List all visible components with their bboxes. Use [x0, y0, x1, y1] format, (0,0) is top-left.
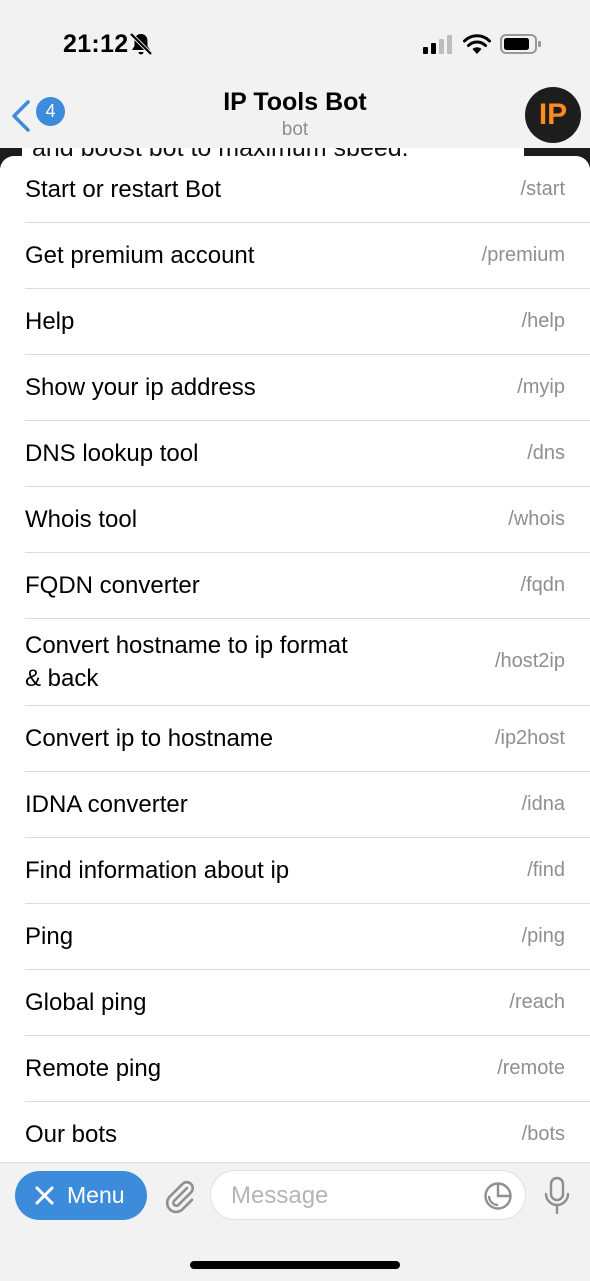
- command-item[interactable]: Find information about ip /find: [0, 837, 590, 903]
- home-indicator: [190, 1261, 400, 1269]
- command-description: Remote ping: [25, 1054, 162, 1082]
- command-description: Start or restart Bot: [25, 175, 222, 203]
- command-item[interactable]: DNS lookup tool /dns: [0, 420, 590, 486]
- command-item[interactable]: Whois tool /whois: [0, 486, 590, 552]
- command-name: /start: [520, 177, 565, 200]
- command-item[interactable]: Show your ip address /myip: [0, 354, 590, 420]
- command-description: Show your ip address: [25, 373, 256, 401]
- command-name: /reach: [509, 990, 565, 1013]
- command-description: DNS lookup tool: [25, 439, 199, 467]
- paperclip-icon[interactable]: [163, 1178, 195, 1214]
- close-icon: [35, 1186, 54, 1205]
- chat-header: 4 IP Tools Bot bot IP: [0, 87, 590, 150]
- status-time: 21:12: [63, 30, 129, 58]
- command-item[interactable]: Help /help: [0, 288, 590, 354]
- message-input[interactable]: Message: [210, 1170, 526, 1220]
- command-item[interactable]: Convert ip to hostname /ip2host: [0, 705, 590, 771]
- chat-title: IP Tools Bot: [223, 88, 367, 116]
- command-name: /help: [521, 309, 565, 332]
- menu-label: Menu: [67, 1182, 125, 1208]
- command-name: /ping: [521, 924, 565, 947]
- command-name: /bots: [521, 1122, 565, 1145]
- command-name: /ip2host: [494, 726, 565, 749]
- menu-button[interactable]: Menu: [15, 1171, 147, 1220]
- command-item[interactable]: IDNA converter /idna: [0, 771, 590, 837]
- command-name: /fqdn: [520, 573, 565, 596]
- command-name: /host2ip: [494, 650, 565, 672]
- command-item[interactable]: Ping /ping: [0, 903, 590, 969]
- microphone-icon[interactable]: [543, 1176, 571, 1216]
- command-description: Ping: [25, 922, 74, 950]
- command-name: /find: [527, 858, 565, 881]
- command-name: /whois: [508, 507, 565, 530]
- command-description: Find information about ip: [25, 856, 290, 884]
- bot-avatar[interactable]: IP: [525, 87, 581, 143]
- command-description: Convert ip to hostname: [25, 724, 274, 752]
- status-bar: 21:12: [0, 0, 590, 88]
- command-item[interactable]: Start or restart Bot /start: [0, 156, 590, 222]
- command-name: /dns: [527, 441, 565, 464]
- command-name: /premium: [481, 243, 565, 266]
- wifi-icon: [463, 34, 491, 54]
- command-name: /myip: [517, 375, 565, 398]
- bell-muted-icon: [129, 32, 153, 56]
- bot-commands-list: Start or restart Bot /start Get premium …: [0, 156, 590, 1162]
- command-name: /remote: [497, 1056, 565, 1079]
- sticker-icon[interactable]: [483, 1181, 513, 1211]
- command-item[interactable]: Remote ping /remote: [0, 1035, 590, 1101]
- command-description: Help: [25, 307, 75, 335]
- command-item[interactable]: FQDN converter /fqdn: [0, 552, 590, 618]
- command-description: Our bots: [25, 1120, 118, 1148]
- battery-icon: [500, 34, 541, 54]
- command-description: Get premium account: [25, 241, 255, 269]
- command-item[interactable]: Our bots /bots: [0, 1101, 590, 1162]
- command-item[interactable]: Get premium account /premium: [0, 222, 590, 288]
- command-item[interactable]: Global ping /reach: [0, 969, 590, 1035]
- message-placeholder: Message: [231, 1182, 329, 1209]
- command-description: Whois tool: [25, 505, 138, 533]
- command-description: IDNA converter: [25, 790, 188, 818]
- message-composer: Menu Message: [0, 1162, 590, 1281]
- chat-subtitle: bot: [281, 119, 309, 140]
- cellular-signal-icon: [423, 35, 452, 54]
- command-item[interactable]: Convert hostname to ip format & back /ho…: [0, 618, 590, 705]
- command-description: Global ping: [25, 988, 147, 1016]
- command-description: Convert hostname to ip format & back: [25, 631, 348, 692]
- command-description: FQDN converter: [25, 571, 200, 599]
- command-name: /idna: [521, 792, 565, 815]
